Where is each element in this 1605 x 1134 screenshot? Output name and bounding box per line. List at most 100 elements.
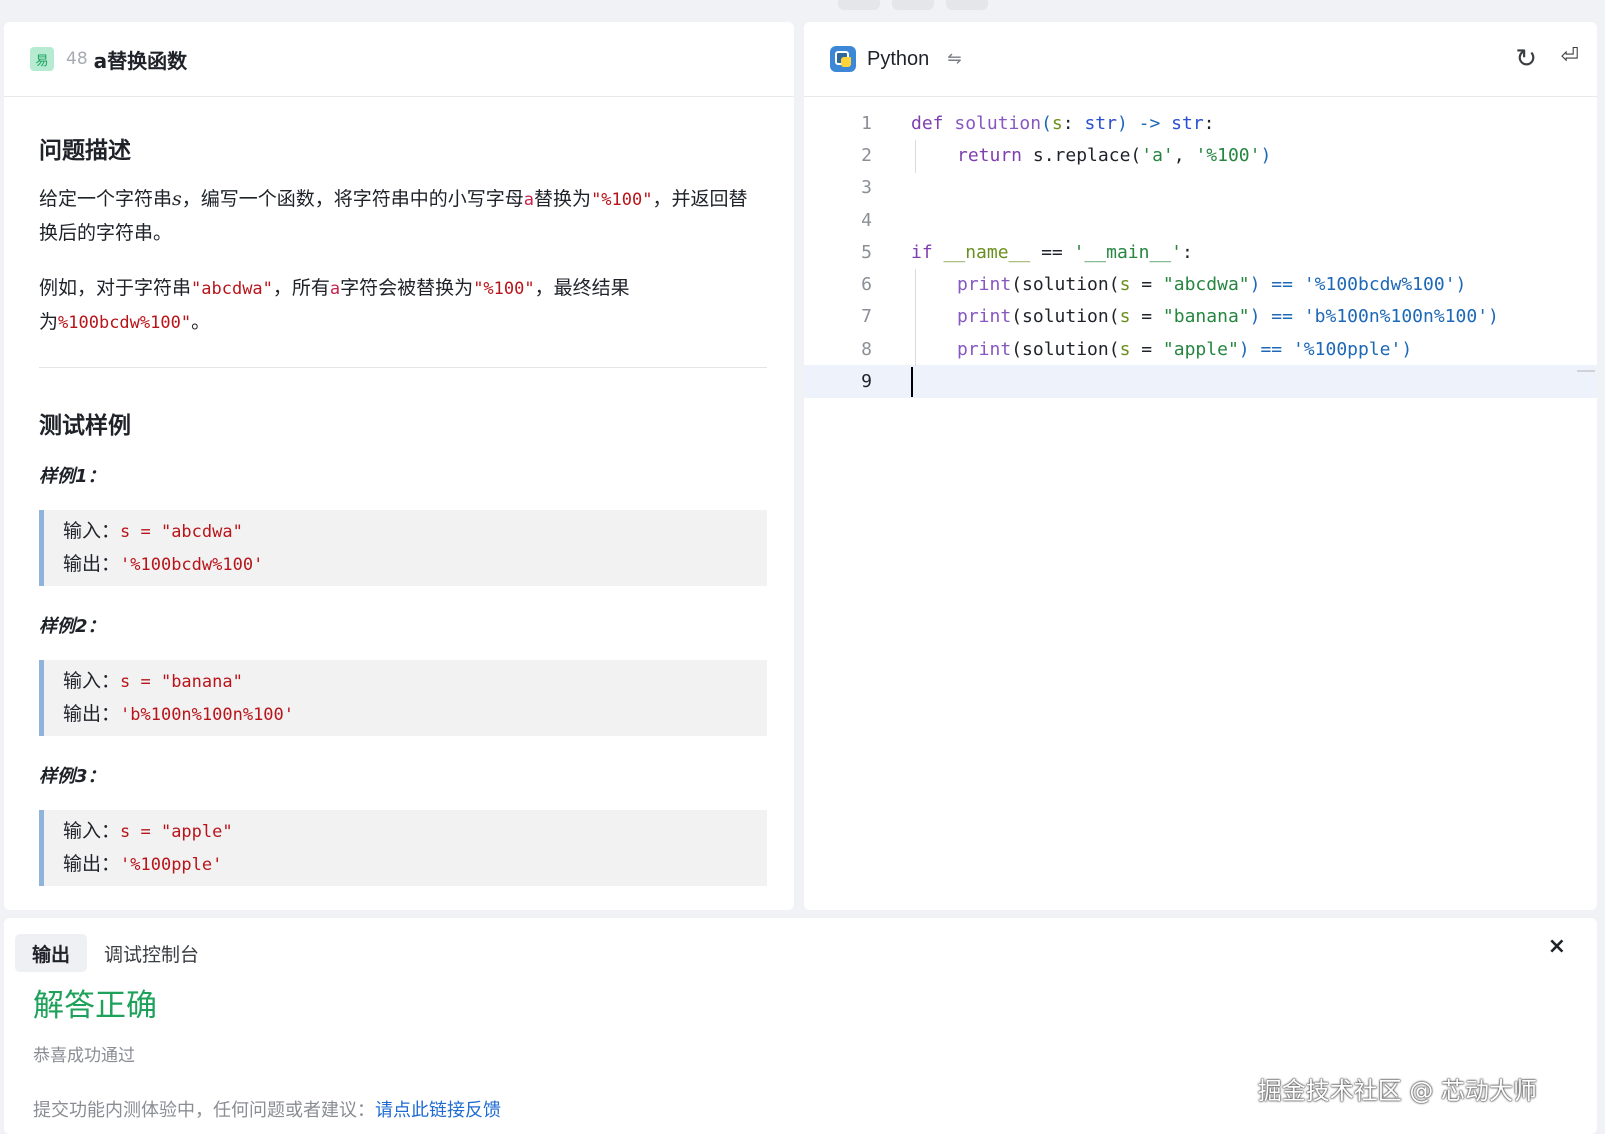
code-line[interactable]: 7 print(solution(s = "banana") == 'b%100… xyxy=(804,301,1597,333)
output-panel: 输出 调试控制台 × 解答正确 恭喜成功通过 提交功能内测体验中，任何问题或者建… xyxy=(4,918,1597,1134)
output-code: 'b%100n%100n%100' xyxy=(120,705,295,725)
string: '%100' xyxy=(1195,144,1261,166)
editor-panel: Python ⇋ ↻ ⏎ 1 def solution(s: str) -> s… xyxy=(804,22,1597,910)
punct: ) xyxy=(1401,338,1413,360)
top-tab[interactable] xyxy=(946,0,988,10)
type: str xyxy=(1084,112,1117,134)
punct: ) xyxy=(1260,144,1272,166)
input-label: 输入： xyxy=(63,820,121,842)
text-segment: 。 xyxy=(191,311,211,333)
example-box: 输入：s = "banana" 输出：'b%100n%100n%100' xyxy=(39,660,767,736)
param: s xyxy=(1051,112,1063,134)
input-code: s = "abcdwa" xyxy=(120,522,243,542)
line-number: 1 xyxy=(861,112,872,134)
string: 'b%100n%100n%100' xyxy=(1303,306,1489,328)
swap-icon[interactable]: ⇋ xyxy=(947,49,961,69)
code-segment: ) == xyxy=(1249,274,1304,296)
problem-title: a替换函数 xyxy=(93,48,188,73)
code-line[interactable]: 1 def solution(s: str) -> str: xyxy=(804,107,1597,139)
param: s xyxy=(1119,338,1131,360)
variable-s: s xyxy=(172,188,182,210)
punct: : xyxy=(1203,112,1215,134)
text-segment: 例如，对于字符串 xyxy=(39,277,192,299)
code-text: def solution(s: str) -> str: xyxy=(872,113,1215,134)
line-number: 5 xyxy=(861,241,872,263)
line-number: 8 xyxy=(861,338,872,360)
line-number: 4 xyxy=(861,209,872,231)
refresh-icon[interactable]: ↻ xyxy=(1515,44,1537,74)
top-tab-strip xyxy=(838,0,988,10)
string: 'a' xyxy=(1141,144,1174,166)
result-message: 恭喜成功通过 xyxy=(33,1046,135,1066)
top-tab[interactable] xyxy=(838,0,880,10)
code-text: if __name__ == '__main__': xyxy=(872,242,1193,263)
output-label: 输出： xyxy=(63,853,121,875)
example-input: 输入：s = "apple" xyxy=(63,815,767,848)
example-box: 输入：s = "abcdwa" 输出：'%100bcdw%100' xyxy=(39,510,767,586)
result-status: 解答正确 xyxy=(33,988,157,1024)
description-paragraph-1: 给定一个字符串s，编写一个函数，将字符串中的小写字母a替换为"%100"，并返回… xyxy=(39,183,749,250)
builtin: print xyxy=(957,274,1012,296)
type: str xyxy=(1171,112,1204,134)
code-segment: (solution( xyxy=(1011,274,1120,296)
example-output: 输出：'%100bcdw%100' xyxy=(63,548,767,581)
output-code: '%100pple' xyxy=(120,855,223,875)
line-number: 9 xyxy=(861,371,872,393)
description-paragraph-2: 例如，对于字符串"abcdwa"，所有a字符会被替换为"%100"，最终结果为%… xyxy=(39,272,679,340)
code-segment: (solution( xyxy=(1011,338,1120,360)
feedback-link[interactable]: 请点此链接反馈 xyxy=(375,1100,501,1121)
code-line[interactable]: 3 xyxy=(804,172,1597,204)
param: s xyxy=(1119,306,1131,328)
punct: ( xyxy=(1041,112,1052,134)
code-line[interactable]: 4 xyxy=(804,204,1597,236)
text-segment: ，编写一个函数，将字符串中的小写字母 xyxy=(181,188,524,210)
string: '__main__' xyxy=(1073,241,1182,263)
code-text: print(solution(s = "abcdwa") == '%100bcd… xyxy=(872,274,1466,295)
code-line[interactable]: 6 print(solution(s = "abcdwa") == '%100b… xyxy=(804,268,1597,300)
code-line[interactable]: 5 if __name__ == '__main__': xyxy=(804,236,1597,268)
operator: = xyxy=(1130,274,1163,296)
inline-code: "%100" xyxy=(591,190,653,210)
top-tab[interactable] xyxy=(892,0,934,10)
code-line[interactable]: 2 return s.replace('a', '%100') xyxy=(804,139,1597,171)
problem-panel: 易 48 a替换函数 问题描述 给定一个字符串s，编写一个函数，将字符串中的小写… xyxy=(4,22,794,910)
tab-debug-console[interactable]: 调试控制台 xyxy=(87,934,216,972)
tests-heading: 测试样例 xyxy=(39,413,131,439)
close-icon[interactable]: × xyxy=(1548,934,1566,959)
divider xyxy=(39,367,767,368)
operator: = xyxy=(1130,338,1163,360)
inline-code: a xyxy=(329,279,341,299)
code-text: print(solution(s = "banana") == 'b%100n%… xyxy=(872,306,1499,327)
code-editor[interactable]: 1 def solution(s: str) -> str: 2 return … xyxy=(804,97,1597,398)
line-number: 7 xyxy=(861,306,872,328)
line-number: 2 xyxy=(861,144,872,166)
keyword: if xyxy=(911,241,933,263)
editor-header: Python ⇋ ↻ ⏎ xyxy=(804,22,1597,97)
example-label: 样例2： xyxy=(39,616,106,637)
python-icon xyxy=(830,46,856,72)
code-line[interactable]: 8 print(solution(s = "apple") == '%100pp… xyxy=(804,333,1597,365)
example-input: 输入：s = "banana" xyxy=(63,665,767,698)
language-selector[interactable]: Python xyxy=(867,48,929,71)
output-code: '%100bcdw%100' xyxy=(120,555,264,575)
punct: ) xyxy=(1455,274,1467,296)
tab-output[interactable]: 输出 xyxy=(15,934,88,972)
punct: : xyxy=(1062,112,1085,134)
param: s xyxy=(1119,274,1131,296)
code-segment: ) == xyxy=(1238,338,1293,360)
difficulty-badge: 易 xyxy=(30,47,54,71)
text-cursor xyxy=(911,366,913,397)
text-segment: 给定一个字符串 xyxy=(39,188,173,210)
code-line-active[interactable]: 9 xyxy=(804,365,1597,398)
text-segment: ，所有 xyxy=(272,277,330,299)
wrap-icon[interactable]: ⏎ xyxy=(1561,44,1579,69)
punct: ) xyxy=(1488,306,1499,328)
string: '%100bcdw%100' xyxy=(1303,274,1456,296)
text-segment: 字符会被替换为 xyxy=(340,277,474,299)
output-label: 输出： xyxy=(63,703,121,725)
inline-code: %100bcdw%100" xyxy=(58,313,192,333)
watermark: 掘金技术社区 @ 芯动大师 xyxy=(1257,1077,1537,1105)
example-label: 样例3： xyxy=(39,766,106,787)
example-label: 样例1： xyxy=(39,466,106,487)
line-number: 3 xyxy=(861,177,872,199)
